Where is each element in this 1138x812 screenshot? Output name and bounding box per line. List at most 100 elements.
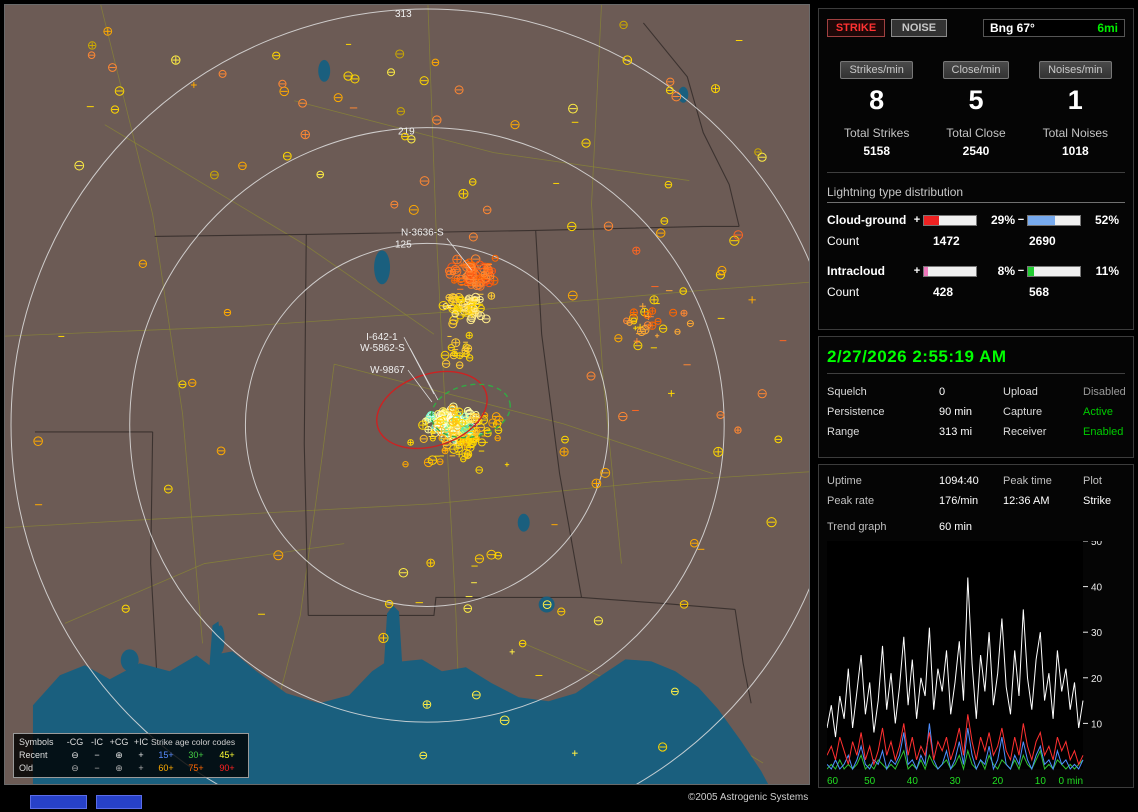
cg-neg-old-icon: ⊖ [71, 763, 79, 773]
capture-label: Capture [1003, 406, 1043, 418]
svg-text:40: 40 [1091, 583, 1103, 594]
peak-time-label: Peak time [1003, 475, 1052, 487]
ic-pos-recent-icon: + [138, 750, 144, 760]
cg-pos-recent-icon: ⊕ [115, 750, 123, 760]
svg-text:W-5862-S: W-5862-S [360, 343, 405, 354]
cg-negative-percent: 52% [1094, 213, 1119, 227]
svg-text:20: 20 [992, 776, 1004, 787]
mode-toggle-row: STRIKE NOISE Bng 67° 6mi [827, 19, 1125, 37]
close-per-min-button[interactable]: Close/min [942, 61, 1010, 79]
intracloud-row: Intracloud + 8% − 11% [827, 264, 1125, 278]
cg-positive-count: 1472 [933, 234, 960, 248]
minus-sign: − [1017, 214, 1025, 226]
svg-text:N-3636-S: N-3636-S [401, 227, 444, 238]
minus-sign: − [1017, 265, 1025, 277]
age-90-label: 90+ [219, 763, 235, 773]
cg-positive-bar [923, 214, 977, 226]
settings-grid: Squelch 0 Upload Disabled Persistence 90… [827, 386, 1126, 438]
noises-per-min-button[interactable]: Noises/min [1039, 61, 1112, 79]
copyright-text: ©2005 Astrogenic Systems [688, 792, 809, 803]
count-label: Count [827, 234, 860, 248]
svg-text:40: 40 [907, 776, 919, 787]
legend-header-cg-neg: -CG [66, 737, 84, 747]
noises-column: Noises/min 1 Total Noises 1018 [1026, 61, 1125, 158]
ic-negative-bar [1027, 265, 1081, 277]
ic-neg-old-icon: − [94, 763, 100, 773]
ic-pos-old-icon: + [138, 763, 144, 773]
svg-text:20: 20 [1091, 674, 1103, 685]
svg-text:50: 50 [1091, 541, 1103, 548]
intracloud-count-row: Count 428 568 [827, 285, 1125, 299]
age-75-label: 75+ [188, 763, 204, 773]
squelch-value: 0 [939, 386, 946, 398]
strikes-per-min-button[interactable]: Strikes/min [840, 61, 913, 79]
svg-text:60: 60 [827, 776, 839, 787]
distance-value: 6mi [1097, 21, 1118, 35]
legend-recent-label: Recent [19, 750, 48, 760]
noises-per-min-value: 1 [1067, 85, 1083, 115]
map-legend: Symbols -CG -IC +CG +IC Strike age color… [13, 733, 249, 778]
age-60-label: 60+ [158, 763, 174, 773]
noise-toggle-button[interactable]: NOISE [891, 19, 947, 37]
peak-rate-label: Peak rate [827, 495, 875, 507]
lightning-map-area[interactable]: 313 219 125 N-3636-S I-642-1 W-5862-S W-9867 S… [4, 4, 810, 785]
upload-status: Disabled [1083, 386, 1126, 398]
squelch-label: Squelch [827, 386, 867, 398]
svg-text:50: 50 [864, 776, 876, 787]
close-column: Close/min 5 Total Close 2540 [926, 61, 1025, 158]
age-30-label: 30+ [188, 750, 204, 760]
uptime-label: Uptime [827, 475, 862, 487]
divider [827, 373, 1125, 374]
trend-graph-label: Trend graph [827, 521, 887, 533]
total-noises-value: 1018 [1061, 144, 1089, 158]
cg-neg-recent-icon: ⊖ [71, 750, 79, 760]
svg-text:I-642-1: I-642-1 [366, 332, 398, 343]
lightning-map[interactable]: 313219125N-3636-SI-642-1W-5862-SW-9867 [5, 5, 809, 784]
total-noises-label: Total Noises [1042, 126, 1108, 140]
datetime-display: 2/27/2026 2:55:19 AM [827, 347, 1007, 366]
cg-positive-percent: 29% [990, 213, 1015, 227]
svg-text:0 min: 0 min [1059, 776, 1083, 787]
trend-panel: Uptime 1094:40 Peak time Plot Peak rate … [818, 464, 1134, 788]
plot-value: Strike [1083, 495, 1112, 507]
cloud-ground-count-row: Count 1472 2690 [827, 234, 1125, 248]
bearing-display: Bng 67° 6mi [983, 19, 1125, 37]
ic-negative-count: 568 [1029, 285, 1050, 299]
legend-header-ic-pos: +IC [133, 737, 149, 747]
trend-graph-row: Trend graph 60 min [827, 521, 1125, 533]
total-close-value: 2540 [962, 144, 990, 158]
cg-negative-count: 2690 [1029, 234, 1056, 248]
trend-stats-grid: Uptime 1094:40 Peak time Plot Peak rate … [827, 475, 1125, 507]
persistence-label: Persistence [827, 406, 885, 418]
receiver-status: Enabled [1083, 426, 1124, 438]
close-per-min-value: 5 [968, 85, 984, 115]
ic-positive-count: 428 [933, 285, 954, 299]
rate-stats-row: Strikes/min 8 Total Strikes 5158 Close/m… [827, 61, 1125, 158]
legend-symbols-header: Symbols [19, 737, 54, 747]
age-45-label: 45+ [219, 750, 235, 760]
cloud-ground-row: Cloud-ground + 29% − 52% [827, 213, 1125, 227]
legend-old-label: Old [19, 763, 34, 773]
ic-positive-bar [923, 265, 977, 277]
taskbar-item[interactable] [96, 795, 142, 809]
cg-pos-old-icon: ⊕ [115, 763, 123, 773]
strikes-per-min-value: 8 [869, 85, 885, 115]
divider [827, 172, 1125, 173]
range-label: Range [827, 426, 860, 438]
taskbar-item[interactable] [30, 795, 87, 809]
peak-time-value: 12:36 AM [1003, 495, 1050, 507]
cloud-ground-label: Cloud-ground [827, 213, 907, 227]
receiver-label: Receiver [1003, 426, 1047, 438]
upload-label: Upload [1003, 386, 1038, 398]
strike-toggle-button[interactable]: STRIKE [827, 19, 885, 37]
svg-text:125: 125 [395, 239, 412, 250]
uptime-value: 1094:40 [939, 475, 979, 487]
plot-label: Plot [1083, 475, 1102, 487]
distribution-title: Lightning type distribution [827, 185, 1125, 203]
range-value: 313 mi [939, 426, 973, 438]
svg-text:W-9867: W-9867 [370, 365, 405, 376]
ic-negative-percent: 11% [1095, 264, 1119, 278]
svg-text:30: 30 [1091, 628, 1103, 639]
ic-positive-percent: 8% [997, 264, 1015, 278]
total-strikes-label: Total Strikes [843, 126, 910, 140]
